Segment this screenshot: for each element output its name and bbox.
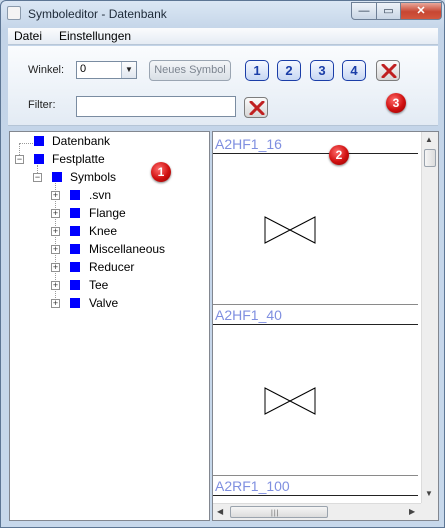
angle-label: Winkel: bbox=[28, 64, 65, 76]
symbol-divider bbox=[213, 153, 418, 154]
expand-icon[interactable]: + bbox=[51, 209, 60, 218]
tree-item-label: Tee bbox=[89, 278, 109, 292]
folder-icon bbox=[70, 262, 80, 272]
maximize-icon: ▭ bbox=[383, 5, 394, 17]
callout-badge-1: 1 bbox=[151, 162, 171, 182]
scroll-up-icon[interactable]: ▲ bbox=[425, 135, 433, 144]
tree-item-label: Knee bbox=[89, 224, 118, 238]
vertical-scroll-thumb[interactable] bbox=[424, 149, 436, 167]
red-x-icon bbox=[381, 64, 397, 78]
folder-icon bbox=[70, 298, 80, 308]
tree-item-label: Datenbank bbox=[52, 134, 111, 148]
reset-angle-button[interactable] bbox=[376, 60, 400, 81]
menu-einstellungen[interactable]: Einstellungen bbox=[59, 29, 131, 43]
menu-datei[interactable]: Datei bbox=[14, 29, 42, 43]
title-bar[interactable]: Symboleditor - Datenbank — ▭ ✕ bbox=[1, 1, 444, 27]
symbol-divider bbox=[213, 475, 418, 476]
tree-item-label: Valve bbox=[89, 296, 119, 310]
folder-icon bbox=[70, 280, 80, 290]
tree-item-label: Reducer bbox=[89, 260, 135, 274]
filter-input[interactable] bbox=[76, 96, 236, 117]
window-title: Symboleditor - Datenbank bbox=[28, 7, 167, 21]
scroll-left-icon[interactable]: ◀ bbox=[217, 507, 223, 516]
symbol-name[interactable]: A2RF1_100 bbox=[215, 478, 290, 494]
new-symbol-button[interactable]: Neues Symbol bbox=[149, 60, 231, 81]
symbol-editor-window: Symboleditor - Datenbank — ▭ ✕ Datei Ein… bbox=[0, 0, 445, 528]
scroll-right-icon[interactable]: ▶ bbox=[409, 507, 415, 516]
folder-icon bbox=[70, 190, 80, 200]
folder-icon bbox=[52, 172, 62, 182]
callout-badge-3: 3 bbox=[386, 93, 406, 113]
tree-connector bbox=[19, 143, 33, 144]
angle-preset-3-button[interactable]: 3 bbox=[310, 60, 334, 81]
symbol-name[interactable]: A2HF1_16 bbox=[215, 136, 282, 152]
menu-bar: Datei Einstellungen bbox=[8, 28, 438, 45]
tree-item-label: Symbols bbox=[70, 170, 117, 184]
symbol-divider bbox=[213, 304, 418, 305]
expand-icon[interactable]: + bbox=[51, 245, 60, 254]
collapse-icon[interactable]: − bbox=[15, 155, 24, 164]
scroll-down-icon[interactable]: ▼ bbox=[425, 489, 433, 498]
angle-preset-2-button[interactable]: 2 bbox=[277, 60, 301, 81]
clear-filter-button[interactable] bbox=[244, 97, 268, 118]
folder-icon bbox=[34, 154, 44, 164]
collapse-icon[interactable]: − bbox=[33, 173, 42, 182]
horizontal-scrollbar[interactable]: ◀ ||| ▶ bbox=[213, 503, 421, 520]
symbol-name[interactable]: A2HF1_40 bbox=[215, 307, 282, 323]
horizontal-scroll-thumb[interactable]: ||| bbox=[230, 506, 328, 518]
chevron-down-icon[interactable]: ▼ bbox=[121, 62, 136, 78]
tree-item-label: .svn bbox=[89, 188, 112, 202]
scrollbar-corner bbox=[421, 503, 438, 520]
tree-item-label: Flange bbox=[89, 206, 126, 220]
folder-tree[interactable]: Datenbank − Festplatte − Symbols + .svn … bbox=[9, 131, 210, 521]
folder-icon bbox=[70, 244, 80, 254]
close-button[interactable]: ✕ bbox=[400, 2, 442, 20]
expand-icon[interactable]: + bbox=[51, 299, 60, 308]
red-x-icon bbox=[249, 101, 265, 115]
angle-select[interactable]: 0 ▼ bbox=[76, 61, 137, 79]
angle-value: 0 bbox=[80, 63, 87, 75]
expand-icon[interactable]: + bbox=[51, 191, 60, 200]
grip-icon: ||| bbox=[271, 510, 280, 517]
symbol-divider bbox=[213, 324, 418, 325]
symbol-preview-list[interactable]: A2HF1_16 A2HF1_40 A2RF1_100 ▲ ▼ ◀ ||| ▶ bbox=[212, 131, 439, 521]
callout-badge-2: 2 bbox=[329, 145, 349, 165]
close-icon: ✕ bbox=[416, 5, 426, 17]
minimize-button[interactable]: — bbox=[351, 2, 377, 20]
tree-item-label: Miscellaneous bbox=[89, 242, 166, 256]
expand-icon[interactable]: + bbox=[51, 227, 60, 236]
valve-icon[interactable] bbox=[264, 387, 316, 415]
symbol-divider bbox=[213, 495, 418, 496]
folder-icon bbox=[34, 136, 44, 146]
maximize-button[interactable]: ▭ bbox=[376, 2, 401, 20]
folder-icon bbox=[70, 208, 80, 218]
minimize-icon: — bbox=[358, 5, 370, 17]
expand-icon[interactable]: + bbox=[51, 281, 60, 290]
vertical-scrollbar[interactable]: ▲ ▼ bbox=[421, 132, 438, 503]
valve-icon[interactable] bbox=[264, 216, 316, 244]
tree-item-label: Festplatte bbox=[52, 152, 105, 166]
filter-label: Filter: bbox=[28, 99, 56, 111]
angle-preset-1-button[interactable]: 1 bbox=[245, 60, 269, 81]
app-icon bbox=[7, 6, 21, 20]
expand-icon[interactable]: + bbox=[51, 263, 60, 272]
angle-preset-4-button[interactable]: 4 bbox=[342, 60, 366, 81]
folder-icon bbox=[70, 226, 80, 236]
